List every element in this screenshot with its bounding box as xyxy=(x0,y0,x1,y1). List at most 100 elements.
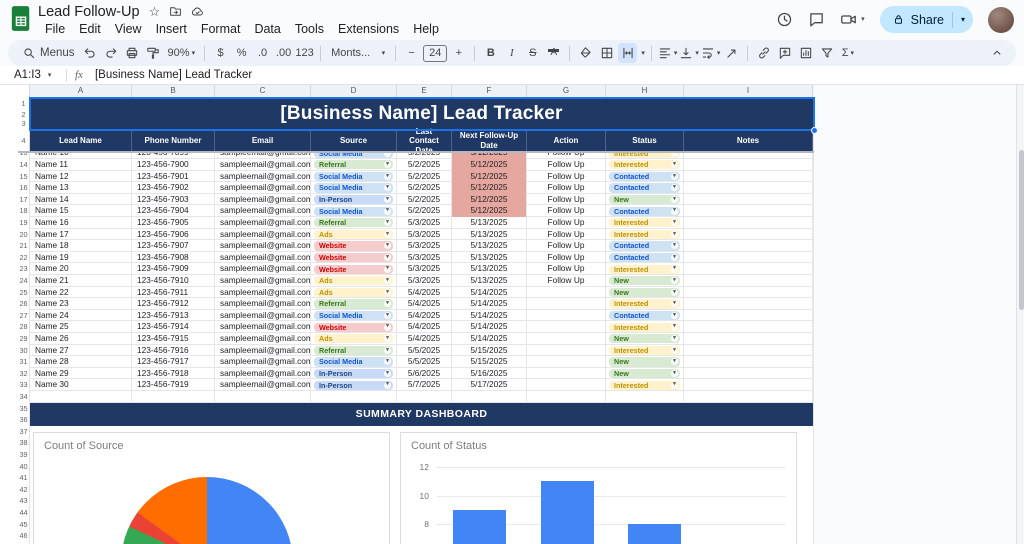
cloud-saved-icon[interactable] xyxy=(191,5,204,18)
cell-last_contact[interactable]: 5/5/2025 xyxy=(397,356,452,368)
dropdown-chip-source[interactable]: In-Person ▾ xyxy=(314,368,393,379)
zoom-select[interactable]: 90% ▾ xyxy=(165,43,199,63)
cell-next_followup[interactable]: 5/13/2025 xyxy=(452,217,527,229)
cell-next_followup[interactable]: 5/14/2025 xyxy=(452,286,527,299)
insert-chart-button[interactable] xyxy=(796,43,815,63)
print-button[interactable] xyxy=(123,43,142,63)
insert-link-button[interactable] xyxy=(754,43,773,63)
text-rotation-button[interactable] xyxy=(722,43,741,63)
cell-action[interactable] xyxy=(527,356,606,368)
dropdown-chip-status[interactable]: Interested ▾ xyxy=(609,229,680,239)
cell-status[interactable]: New ▾ xyxy=(606,333,684,345)
row-header-15[interactable]: 15 xyxy=(18,171,29,183)
cell-last_contact[interactable]: 5/3/2025 xyxy=(397,275,452,287)
dropdown-chip-source[interactable]: Social Media ▾ xyxy=(314,206,393,216)
column-header-B[interactable]: B xyxy=(132,85,215,97)
cell-status[interactable]: Interested ▾ xyxy=(606,228,684,241)
cell-source[interactable]: Website ▾ xyxy=(311,321,397,333)
cell-name[interactable]: Name 12 xyxy=(30,170,132,183)
cell-notes[interactable] xyxy=(684,309,813,322)
cell-name[interactable]: Name 22 xyxy=(30,286,132,299)
cell-name[interactable]: Name 20 xyxy=(30,263,132,275)
cell-source[interactable]: Website ▾ xyxy=(311,263,397,275)
cell-phone[interactable]: 123-456-7900 xyxy=(132,159,215,171)
cell-name[interactable]: Name 23 xyxy=(30,298,132,310)
cell-phone[interactable]: 123-456-7918 xyxy=(132,367,215,380)
cell-source[interactable]: Website ▾ xyxy=(311,240,397,252)
dropdown-chip-source[interactable]: Website ▾ xyxy=(314,241,393,251)
cell-source[interactable]: Ads ▾ xyxy=(311,228,397,241)
version-history-icon[interactable] xyxy=(776,11,793,28)
dropdown-chip-source[interactable]: Social Media ▾ xyxy=(314,183,393,193)
cell-email[interactable]: sampleemail@gmail.com xyxy=(215,286,311,299)
cell-notes[interactable] xyxy=(684,217,813,229)
dropdown-chip-status[interactable]: Contacted ▾ xyxy=(609,171,680,181)
summary-banner-cell[interactable]: SUMMARY DASHBOARD xyxy=(30,402,813,426)
cell-notes[interactable] xyxy=(684,356,813,368)
insert-comment-button[interactable] xyxy=(775,43,794,63)
cell-email[interactable]: sampleemail@gmail.com xyxy=(215,228,311,241)
dropdown-chip-status[interactable]: Interested ▾ xyxy=(609,160,680,170)
cell-source[interactable]: Referral ▾ xyxy=(311,159,397,171)
cell-last_contact[interactable]: 5/4/2025 xyxy=(397,286,452,299)
row-header-38[interactable]: 38 xyxy=(18,437,29,449)
cell-last_contact[interactable]: 5/7/2025 xyxy=(397,379,452,391)
cell-name[interactable]: Name 18 xyxy=(30,240,132,252)
cell-last_contact[interactable]: 5/3/2025 xyxy=(397,240,452,252)
cell-source[interactable]: Referral ▾ xyxy=(311,298,397,310)
cell-action[interactable]: Follow Up xyxy=(527,275,606,287)
dropdown-chip-status[interactable]: Contacted ▾ xyxy=(609,310,680,321)
cell-next_followup[interactable]: 5/13/2025 xyxy=(452,263,527,275)
column-header-D[interactable]: D xyxy=(311,85,397,97)
cell-notes[interactable] xyxy=(684,228,813,241)
cell-last_contact[interactable]: 5/5/2025 xyxy=(397,344,452,357)
strikethrough-button[interactable]: S xyxy=(523,43,542,63)
column-header-C[interactable]: C xyxy=(215,85,311,97)
cell-source[interactable]: Ads ▾ xyxy=(311,333,397,345)
dropdown-chip-source[interactable]: Referral ▾ xyxy=(314,345,393,355)
cell-notes[interactable] xyxy=(684,333,813,345)
cell-phone[interactable]: 123-456-7906 xyxy=(132,228,215,241)
row-header-36[interactable]: 36 xyxy=(18,414,29,426)
decrease-decimal-button[interactable]: .0 xyxy=(253,43,272,63)
dropdown-chip-source[interactable]: In-Person ▾ xyxy=(314,194,393,205)
cell-status[interactable]: New ▾ xyxy=(606,367,684,380)
cell-action[interactable] xyxy=(527,391,606,403)
dropdown-chip-status[interactable]: Contacted ▾ xyxy=(609,252,680,263)
cell-next_followup[interactable]: 5/14/2025 xyxy=(452,298,527,310)
cell-notes[interactable] xyxy=(684,298,813,310)
row-header-39[interactable]: 39 xyxy=(18,449,29,461)
cell-status[interactable]: New ▾ xyxy=(606,286,684,299)
cell-action[interactable]: Follow Up xyxy=(527,205,606,217)
cell-email[interactable]: sampleemail@gmail.com xyxy=(215,379,311,391)
cell-next_followup[interactable]: 5/16/2025 xyxy=(452,367,527,380)
cell-status[interactable]: New ▾ xyxy=(606,275,684,287)
cell-notes[interactable] xyxy=(684,391,813,403)
cell-source[interactable]: Social Media ▾ xyxy=(311,170,397,183)
row-header-4[interactable]: 4 xyxy=(18,130,29,152)
cell-action[interactable]: Follow Up xyxy=(527,240,606,252)
cell-phone[interactable]: 123-456-7904 xyxy=(132,205,215,217)
dropdown-chip-source[interactable]: Website ▾ xyxy=(314,322,393,332)
cell-phone[interactable]: 123-456-7901 xyxy=(132,170,215,183)
cell-source[interactable]: Ads ▾ xyxy=(311,286,397,299)
cell-name[interactable]: Name 30 xyxy=(30,379,132,391)
text-wrap-button[interactable]: ▾ xyxy=(701,43,720,63)
cell-name[interactable]: Name 15 xyxy=(30,205,132,217)
cell-next_followup[interactable]: 5/15/2025 xyxy=(452,344,527,357)
sheets-logo-icon[interactable] xyxy=(10,5,32,33)
column-header-E[interactable]: E xyxy=(397,85,452,97)
source-pie-chart-card[interactable]: Count of Source xyxy=(33,432,390,544)
dropdown-chip-source[interactable]: In-Person ▾ xyxy=(314,380,393,390)
vertical-align-button[interactable]: ▾ xyxy=(679,43,699,63)
cell-status[interactable]: Interested ▾ xyxy=(606,344,684,357)
cell-notes[interactable] xyxy=(684,263,813,275)
cell-notes[interactable] xyxy=(684,170,813,183)
row-header-30[interactable]: 30 xyxy=(18,345,29,357)
cell-notes[interactable] xyxy=(684,182,813,194)
cell-email[interactable]: sampleemail@gmail.com xyxy=(215,193,311,206)
cell-last_contact[interactable]: 5/4/2025 xyxy=(397,321,452,333)
move-folder-icon[interactable] xyxy=(169,5,182,18)
cell-name[interactable]: Name 13 xyxy=(30,182,132,194)
row-header-20[interactable]: 20 xyxy=(18,229,29,241)
